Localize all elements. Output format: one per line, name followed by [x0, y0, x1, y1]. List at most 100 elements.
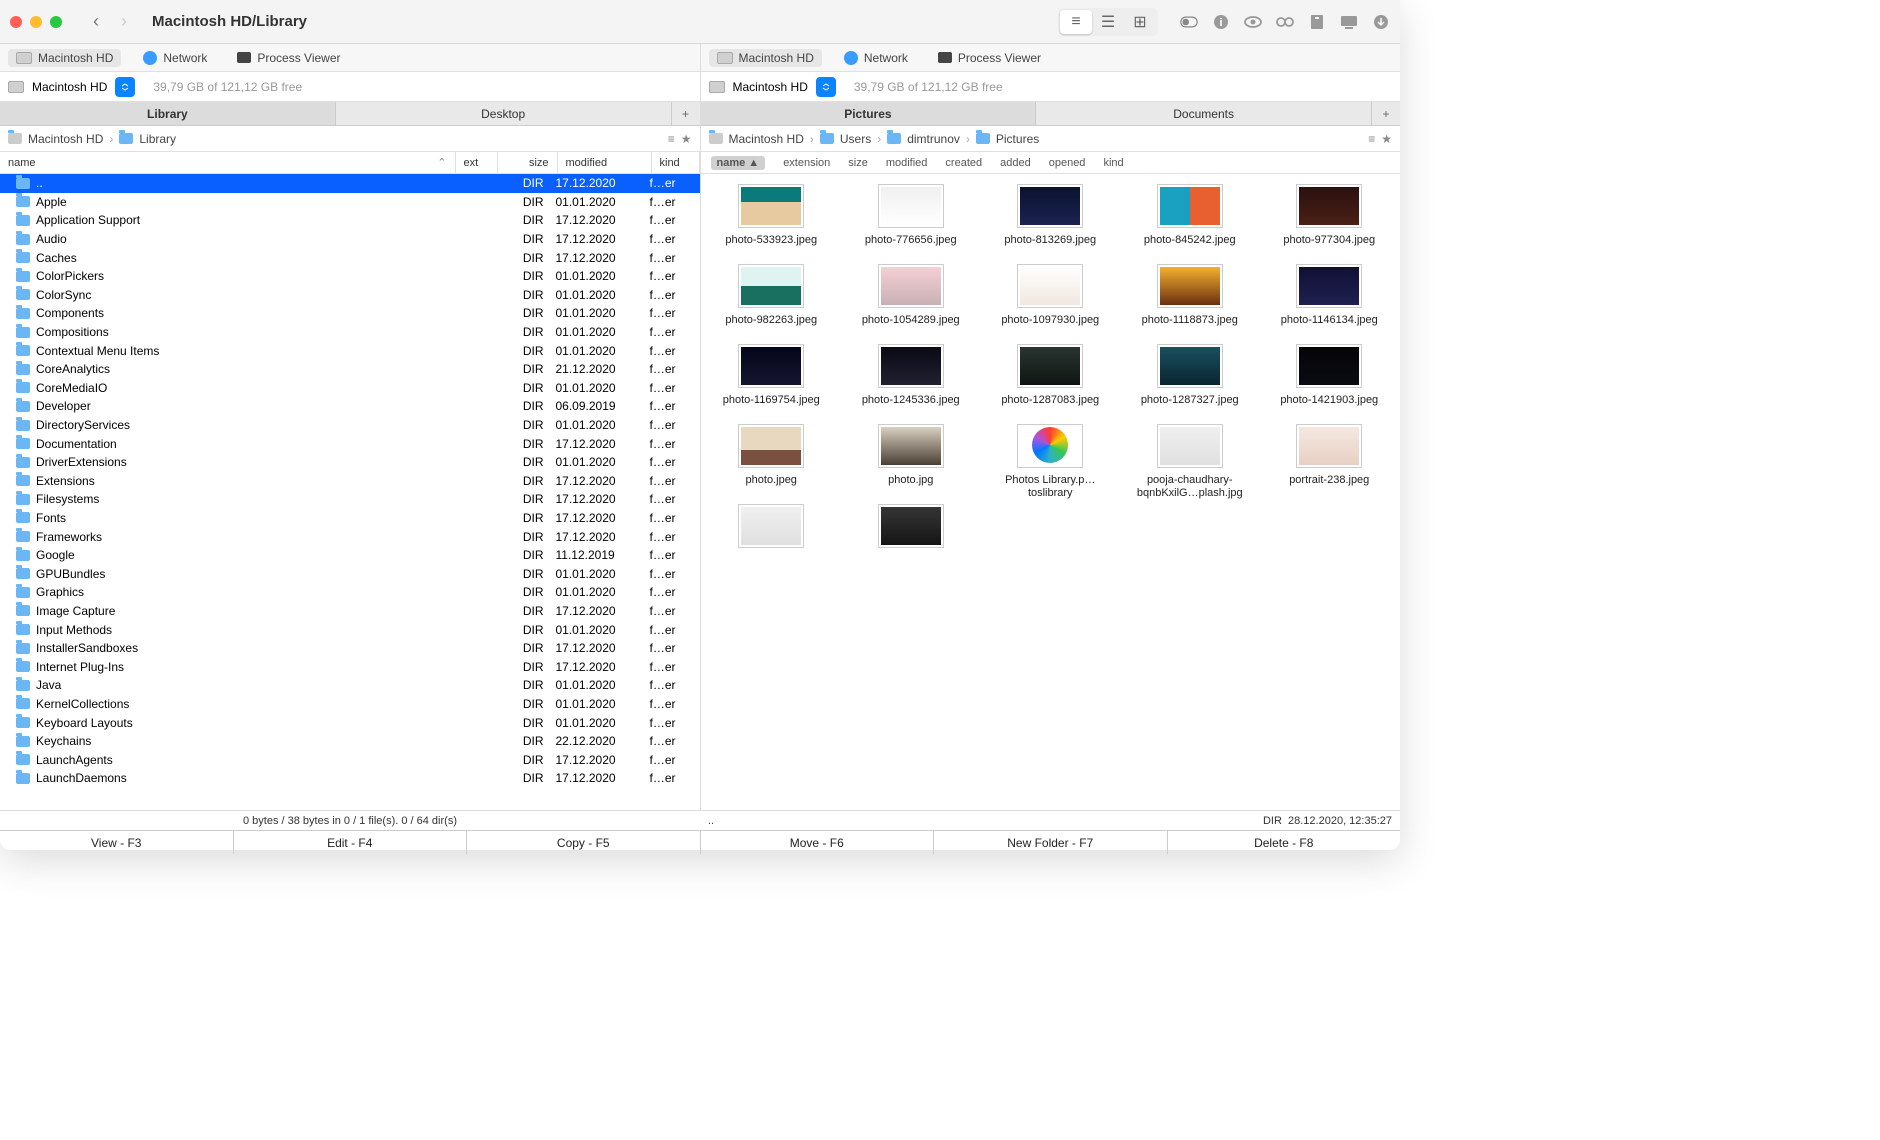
thumb-item[interactable]: photo-1118873.jpeg	[1123, 264, 1257, 340]
table-row[interactable]: ComponentsDIR01.01.2020f…er	[0, 304, 700, 323]
back-button[interactable]: ‹	[82, 11, 110, 32]
thumb-item[interactable]: photo-1054289.jpeg	[844, 264, 978, 340]
table-row[interactable]: Keyboard LayoutsDIR01.01.2020f…er	[0, 713, 700, 732]
sort-created[interactable]: created	[945, 157, 982, 169]
table-row[interactable]: GPUBundlesDIR01.01.2020f…er	[0, 564, 700, 583]
sort-modified[interactable]: modified	[886, 157, 928, 169]
col-kind[interactable]: kind	[652, 152, 700, 173]
table-row[interactable]: KernelCollectionsDIR01.01.2020f…er	[0, 695, 700, 714]
thumb-item[interactable]: photo-1245336.jpeg	[844, 344, 978, 420]
action-move[interactable]: Move - F6	[701, 831, 935, 854]
tab-library[interactable]: Library	[0, 102, 336, 125]
crumb-pictures[interactable]: Pictures	[996, 132, 1039, 146]
table-row[interactable]: GoogleDIR11.12.2019f…er	[0, 546, 700, 565]
table-row[interactable]: AppleDIR01.01.2020f…er	[0, 193, 700, 212]
table-row[interactable]: FontsDIR17.12.2020f…er	[0, 509, 700, 528]
thumb-item[interactable]: photo-533923.jpeg	[705, 184, 839, 260]
action-edit[interactable]: Edit - F4	[234, 831, 468, 854]
thumb-item[interactable]: photo.jpg	[844, 424, 978, 500]
sort-size[interactable]: size	[848, 157, 868, 169]
info-icon[interactable]: i	[1212, 13, 1230, 31]
table-row[interactable]: GraphicsDIR01.01.2020f…er	[0, 583, 700, 602]
source-network[interactable]: Network	[135, 49, 215, 67]
terminal-icon[interactable]	[1340, 13, 1358, 31]
table-row[interactable]: CoreAnalyticsDIR21.12.2020f…er	[0, 360, 700, 379]
add-tab-button[interactable]: +	[1372, 102, 1400, 125]
col-name[interactable]: name⌃	[0, 152, 456, 173]
table-row[interactable]: Contextual Menu ItemsDIR01.01.2020f…er	[0, 341, 700, 360]
table-row[interactable]: CachesDIR17.12.2020f…er	[0, 248, 700, 267]
action-copy[interactable]: Copy - F5	[467, 831, 701, 854]
close-icon[interactable]	[10, 16, 22, 28]
table-row[interactable]: JavaDIR01.01.2020f…er	[0, 676, 700, 695]
thumb-item[interactable]: photo-845242.jpeg	[1123, 184, 1257, 260]
action-view[interactable]: View - F3	[0, 831, 234, 854]
icon-area[interactable]: photo-533923.jpegphoto-776656.jpegphoto-…	[701, 174, 1401, 810]
tab-desktop[interactable]: Desktop	[336, 102, 672, 125]
table-row[interactable]: DirectoryServicesDIR01.01.2020f…er	[0, 416, 700, 435]
crumb-dimtrunov[interactable]: dimtrunov	[907, 132, 960, 146]
download-icon[interactable]	[1372, 13, 1390, 31]
add-tab-button[interactable]: +	[672, 102, 700, 125]
col-ext[interactable]: ext	[456, 152, 498, 173]
thumb-item[interactable]: photo-1287327.jpeg	[1123, 344, 1257, 420]
forward-button[interactable]: ›	[110, 11, 138, 32]
table-row[interactable]: CompositionsDIR01.01.2020f…er	[0, 323, 700, 342]
crumb-library[interactable]: Library	[139, 132, 176, 146]
crumb-macintosh hd[interactable]: Macintosh HD	[28, 132, 103, 146]
sort-kind[interactable]: kind	[1103, 157, 1123, 169]
col-mod[interactable]: modified	[558, 152, 652, 173]
tab-documents[interactable]: Documents	[1036, 102, 1372, 125]
source-process[interactable]: Process Viewer	[930, 49, 1049, 67]
sort-opened[interactable]: opened	[1049, 157, 1086, 169]
source-network[interactable]: Network	[836, 49, 916, 67]
table-row[interactable]: Input MethodsDIR01.01.2020f…er	[0, 620, 700, 639]
table-row[interactable]: AudioDIR17.12.2020f…er	[0, 230, 700, 249]
table-row[interactable]: Internet Plug-InsDIR17.12.2020f…er	[0, 657, 700, 676]
thumb-item[interactable]: photo-982263.jpeg	[705, 264, 839, 340]
crumb-macintosh hd[interactable]: Macintosh HD	[729, 132, 804, 146]
thumb-item[interactable]: photo.jpeg	[705, 424, 839, 500]
thumb-item[interactable]: photo-1169754.jpeg	[705, 344, 839, 420]
thumb-item[interactable]: photo-977304.jpeg	[1263, 184, 1397, 260]
grid-view-button[interactable]: ⊞	[1124, 10, 1156, 34]
tab-pictures[interactable]: Pictures	[701, 102, 1037, 125]
crumb-users[interactable]: Users	[840, 132, 871, 146]
table-row[interactable]: ExtensionsDIR17.12.2020f…er	[0, 472, 700, 491]
minimize-icon[interactable]	[30, 16, 42, 28]
thumb-item[interactable]: Photos Library.p…toslibrary	[984, 424, 1118, 500]
search-icon[interactable]	[1276, 13, 1294, 31]
table-row[interactable]: DocumentationDIR17.12.2020f…er	[0, 434, 700, 453]
table-row[interactable]: ColorSyncDIR01.01.2020f…er	[0, 286, 700, 305]
action-new[interactable]: New Folder - F7	[934, 831, 1168, 854]
table-row[interactable]: Application SupportDIR17.12.2020f…er	[0, 211, 700, 230]
table-row[interactable]: DriverExtensionsDIR01.01.2020f…er	[0, 453, 700, 472]
table-row[interactable]: KeychainsDIR22.12.2020f…er	[0, 732, 700, 751]
table-row[interactable]: FilesystemsDIR17.12.2020f…er	[0, 490, 700, 509]
drive-dropdown[interactable]	[816, 77, 836, 97]
drive-dropdown[interactable]	[115, 77, 135, 97]
col-size[interactable]: size	[498, 152, 558, 173]
star-icon[interactable]: ★	[681, 132, 692, 146]
preview-icon[interactable]	[1244, 13, 1262, 31]
source-process[interactable]: Process Viewer	[229, 49, 348, 67]
table-row[interactable]: ColorPickersDIR01.01.2020f…er	[0, 267, 700, 286]
table-row[interactable]: LaunchDaemonsDIR17.12.2020f…er	[0, 769, 700, 788]
list-icon[interactable]: ≡	[668, 132, 675, 146]
sort-name[interactable]: name ▲	[711, 156, 766, 170]
archive-icon[interactable]	[1308, 13, 1326, 31]
list-icon[interactable]: ≡	[1368, 132, 1375, 146]
sort-extension[interactable]: extension	[783, 157, 830, 169]
thumb-item[interactable]: photo-1146134.jpeg	[1263, 264, 1397, 340]
table-row[interactable]: CoreMediaIODIR01.01.2020f…er	[0, 379, 700, 398]
zoom-icon[interactable]	[50, 16, 62, 28]
source-hd[interactable]: Macintosh HD	[709, 49, 822, 67]
thumb-item[interactable]: portrait-238.jpeg	[1263, 424, 1397, 500]
source-hd[interactable]: Macintosh HD	[8, 49, 121, 67]
thumb-item[interactable]: photo-813269.jpeg	[984, 184, 1118, 260]
action-delete[interactable]: Delete - F8	[1168, 831, 1401, 854]
thumb-item[interactable]	[844, 504, 978, 580]
table-row[interactable]: ..DIR17.12.2020f…er	[0, 174, 700, 193]
table-row[interactable]: Image CaptureDIR17.12.2020f…er	[0, 602, 700, 621]
thumb-item[interactable]: photo-776656.jpeg	[844, 184, 978, 260]
